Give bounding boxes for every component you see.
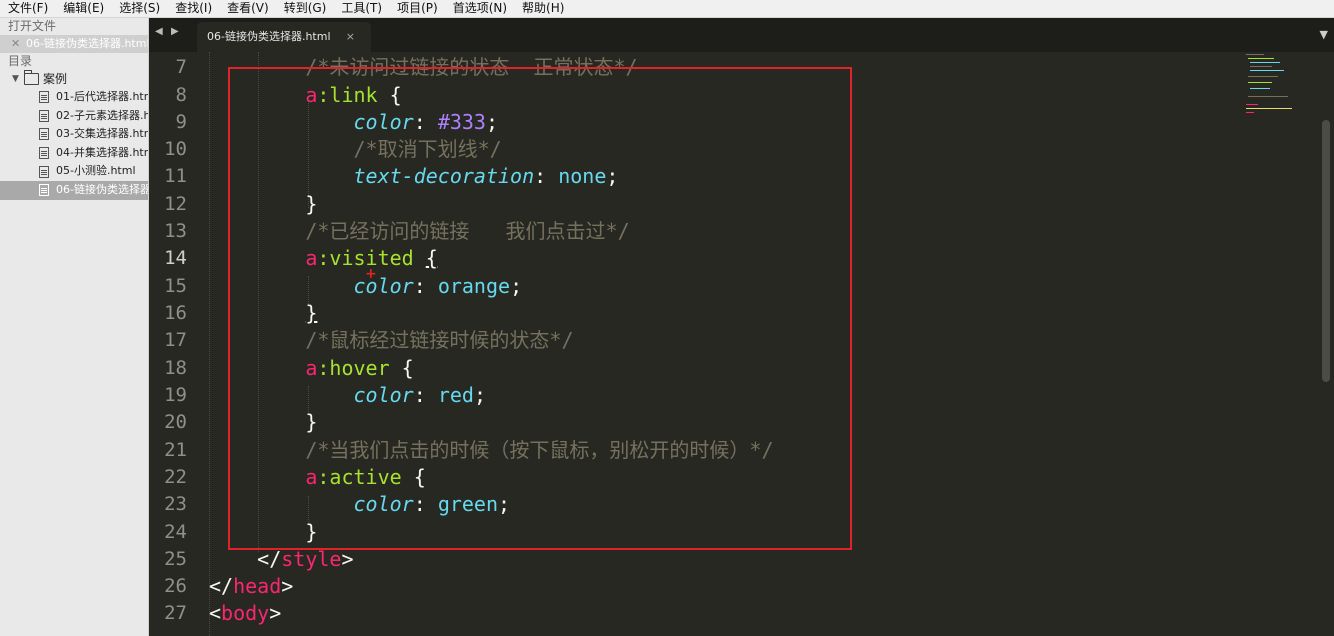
line-number: 12 — [164, 193, 187, 215]
line-number: 11 — [164, 165, 187, 187]
file-item[interactable]: 04-并集选择器.html — [0, 144, 148, 163]
file-item[interactable]: 02-子元素选择器.html — [0, 107, 148, 126]
line-number: 15 — [164, 275, 187, 297]
open-file-item[interactable]: ✕ 06-链接伪类选择器.html — [0, 35, 148, 53]
code-line-27: <body> — [209, 601, 282, 625]
sidebar: 打开文件 ✕ 06-链接伪类选择器.html 目录 ▼ 案例 01-后代选择器.… — [0, 18, 149, 636]
file-icon — [39, 128, 49, 141]
line-number: 9 — [175, 111, 187, 133]
red-annotation-rectangle — [228, 67, 852, 550]
open-files-heading: 打开文件 — [8, 19, 57, 33]
line-number-gutter: 7 8 9 10 11 12 13 14 15 16 17 18 19 20 21 22 23 24 25 26 27 — [149, 52, 201, 636]
file-icon — [39, 147, 49, 160]
menu-item[interactable]: 工具(T) — [333, 0, 389, 17]
file-item[interactable]: 06-链接伪类选择器.html — [0, 180, 148, 200]
file-icon — [39, 165, 49, 178]
line-number: 7 — [175, 56, 187, 78]
line-number: 8 — [175, 84, 187, 106]
minimap-line — [1250, 70, 1284, 71]
html-tag: body — [221, 601, 270, 625]
tab-next-icon[interactable]: ▶ — [171, 26, 179, 37]
tab-active-file[interactable]: 06-链接伪类选择器.html × — [197, 22, 371, 52]
file-label: 02-子元素选择器.html — [56, 108, 148, 122]
cursor-crosshair-icon: + — [365, 266, 377, 282]
file-list: 01-后代选择器.html 02-子元素选择器.html 03-交集选择器.html… — [0, 88, 148, 200]
line-number: 26 — [164, 575, 187, 597]
open-file-label: 06-链接伪类选择器.html — [26, 37, 148, 50]
menu-item[interactable]: 项目(P) — [389, 0, 445, 17]
code-line-26: </head> — [209, 574, 294, 598]
vertical-scrollbar[interactable] — [1322, 120, 1330, 382]
line-number: 17 — [164, 329, 187, 351]
file-item[interactable]: 03-交集选择器.html — [0, 125, 148, 144]
file-icon — [39, 184, 49, 197]
minimap-line — [1246, 104, 1258, 105]
folders-heading: 目录 — [8, 54, 33, 68]
minimap-line — [1248, 82, 1272, 83]
minimap-line — [1250, 62, 1280, 63]
html-tag: head — [233, 574, 282, 598]
menu-item[interactable]: 编辑(E) — [55, 0, 111, 17]
minimap[interactable] — [1236, 52, 1318, 636]
tab-label: 06-链接伪类选择器.html — [207, 30, 331, 43]
tab-bar: ◀ ▶ 06-链接伪类选择器.html × ▼ — [149, 18, 1334, 52]
file-label: 03-交集选择器.html — [56, 127, 148, 141]
minimap-line — [1248, 96, 1288, 97]
html-tag: style — [281, 547, 342, 571]
line-number: 14 — [164, 247, 187, 269]
menu-item[interactable]: 首选项(N) — [445, 0, 514, 17]
line-number: 16 — [164, 302, 187, 324]
minimap-line — [1246, 108, 1292, 109]
line-number: 24 — [164, 521, 187, 543]
line-number: 10 — [164, 138, 187, 160]
close-icon[interactable]: ✕ — [11, 35, 20, 53]
folder-open-icon — [24, 70, 39, 85]
minimap-line — [1248, 76, 1278, 77]
line-number: 13 — [164, 220, 187, 242]
file-item[interactable]: 01-后代选择器.html — [0, 88, 148, 107]
line-number: 27 — [164, 602, 187, 624]
minimap-line — [1246, 112, 1254, 113]
menu-item[interactable]: 转到(G) — [276, 0, 334, 17]
file-label: 04-并集选择器.html — [56, 145, 148, 159]
file-label: 05-小测验.html — [56, 164, 136, 178]
line-number: 18 — [164, 357, 187, 379]
file-item[interactable]: 05-小测验.html — [0, 162, 148, 181]
line-number: 20 — [164, 411, 187, 433]
folder-item[interactable]: ▼ 案例 — [0, 70, 148, 88]
tab-dropdown-icon[interactable]: ▼ — [1320, 28, 1328, 41]
file-icon — [39, 109, 49, 122]
expand-triangle-icon[interactable]: ▼ — [12, 70, 24, 88]
file-icon — [39, 91, 49, 104]
menu-item[interactable]: 查看(V) — [219, 0, 276, 17]
menu-item[interactable]: 查找(I) — [167, 0, 219, 17]
folder-label: 案例 — [43, 72, 68, 86]
menu-item[interactable]: 文件(F) — [0, 0, 55, 17]
menu-item[interactable]: 选择(S) — [111, 0, 167, 17]
line-number: 25 — [164, 548, 187, 570]
menu-item[interactable]: 帮助(H) — [514, 0, 571, 17]
minimap-line — [1248, 58, 1274, 59]
menubar: 文件(F) 编辑(E) 选择(S) 查找(I) 查看(V) 转到(G) 工具(T) 项目(P)… — [0, 0, 1334, 18]
line-number: 21 — [164, 439, 187, 461]
minimap-line — [1250, 66, 1272, 67]
file-label: 06-链接伪类选择器.html — [56, 182, 148, 196]
minimap-line — [1250, 88, 1270, 89]
line-number: 23 — [164, 493, 187, 515]
line-number: 19 — [164, 384, 187, 406]
tab-close-icon[interactable]: × — [346, 22, 355, 52]
minimap-line — [1246, 54, 1264, 55]
tab-prev-icon[interactable]: ◀ — [155, 26, 163, 37]
line-number: 22 — [164, 466, 187, 488]
code-line-25: </style> — [209, 547, 354, 571]
file-label: 01-后代选择器.html — [56, 90, 148, 103]
